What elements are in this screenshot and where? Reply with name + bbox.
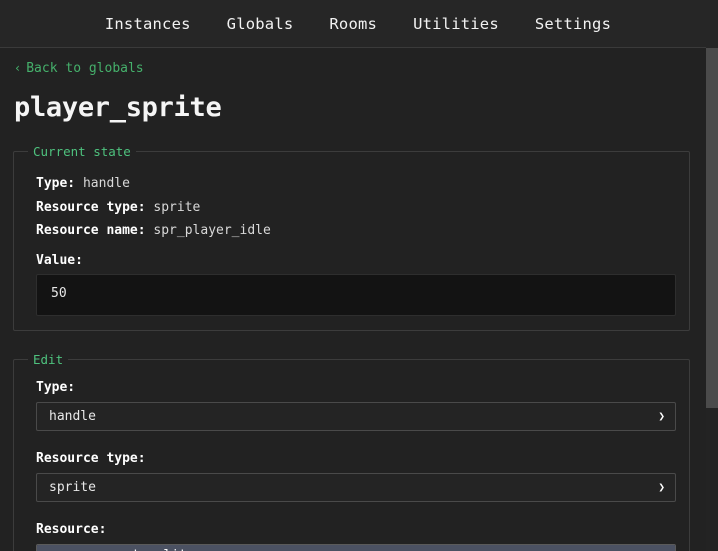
edit-resource-label: Resource: (36, 521, 107, 537)
state-row-resource-type: Resource type: sprite (36, 200, 677, 216)
nav-item-rooms[interactable]: Rooms (329, 15, 377, 33)
breadcrumb: ‹ Back to globals (0, 48, 706, 76)
state-row-resource-type-value: sprite (153, 199, 201, 215)
edit-resource-type-select-wrap: spriteobjectroomsoundfontpathscript ❯ (36, 472, 676, 502)
edit-resource-listbox[interactable]: spr_cave_entry_litspr_cloud_bigspr_cloud… (36, 543, 676, 551)
state-row-resource-name: Resource name: spr_player_idle (36, 223, 677, 239)
current-state-panel: Current state Type: handle Resource type… (13, 144, 690, 331)
resource-option[interactable]: spr_cave_entry_lit (37, 544, 675, 551)
edit-panel: Edit Type: handlerealstringboolarraystru… (13, 351, 690, 551)
nav-item-settings[interactable]: Settings (535, 15, 611, 33)
page-title: player_sprite (14, 92, 222, 123)
page-scrollbar-thumb[interactable] (706, 48, 718, 408)
state-row-type: Type: handle (36, 176, 677, 192)
state-row-resource-type-label: Resource type: (36, 199, 146, 215)
nav-item-utilities[interactable]: Utilities (413, 15, 499, 33)
nav-item-instances[interactable]: Instances (105, 15, 191, 33)
state-row-type-value: handle (82, 176, 130, 191)
edit-type-select-wrap: handlerealstringboolarraystruct ❯ (36, 401, 676, 431)
state-row-resource-name-value: spr_player_idle (153, 223, 271, 239)
state-row-type-label: Type: (36, 176, 76, 191)
back-to-globals-link[interactable]: ‹ Back to globals (14, 61, 144, 76)
nav-item-globals[interactable]: Globals (227, 15, 294, 33)
back-link-label: Back to globals (26, 61, 144, 76)
main-navigation: Instances Globals Rooms Utilities Settin… (0, 0, 706, 48)
current-state-legend: Current state (33, 144, 131, 159)
edit-type-select[interactable]: handlerealstringboolarraystruct (36, 401, 676, 431)
edit-type-label: Type: (36, 379, 76, 395)
page-scrollbar-track-top (706, 0, 718, 48)
current-value-display: 50 (36, 273, 676, 316)
edit-resource-type-select[interactable]: spriteobjectroomsoundfontpathscript (36, 472, 676, 502)
page-scrollbar[interactable] (706, 0, 718, 551)
chevron-left-icon: ‹ (14, 61, 22, 75)
state-row-resource-name-label: Resource name: (36, 223, 146, 239)
current-value-label: Value: (36, 252, 83, 268)
page-scroll-container: Instances Globals Rooms Utilities Settin… (0, 0, 706, 551)
edit-resource-type-label: Resource type: (36, 450, 146, 466)
edit-legend: Edit (33, 351, 64, 367)
